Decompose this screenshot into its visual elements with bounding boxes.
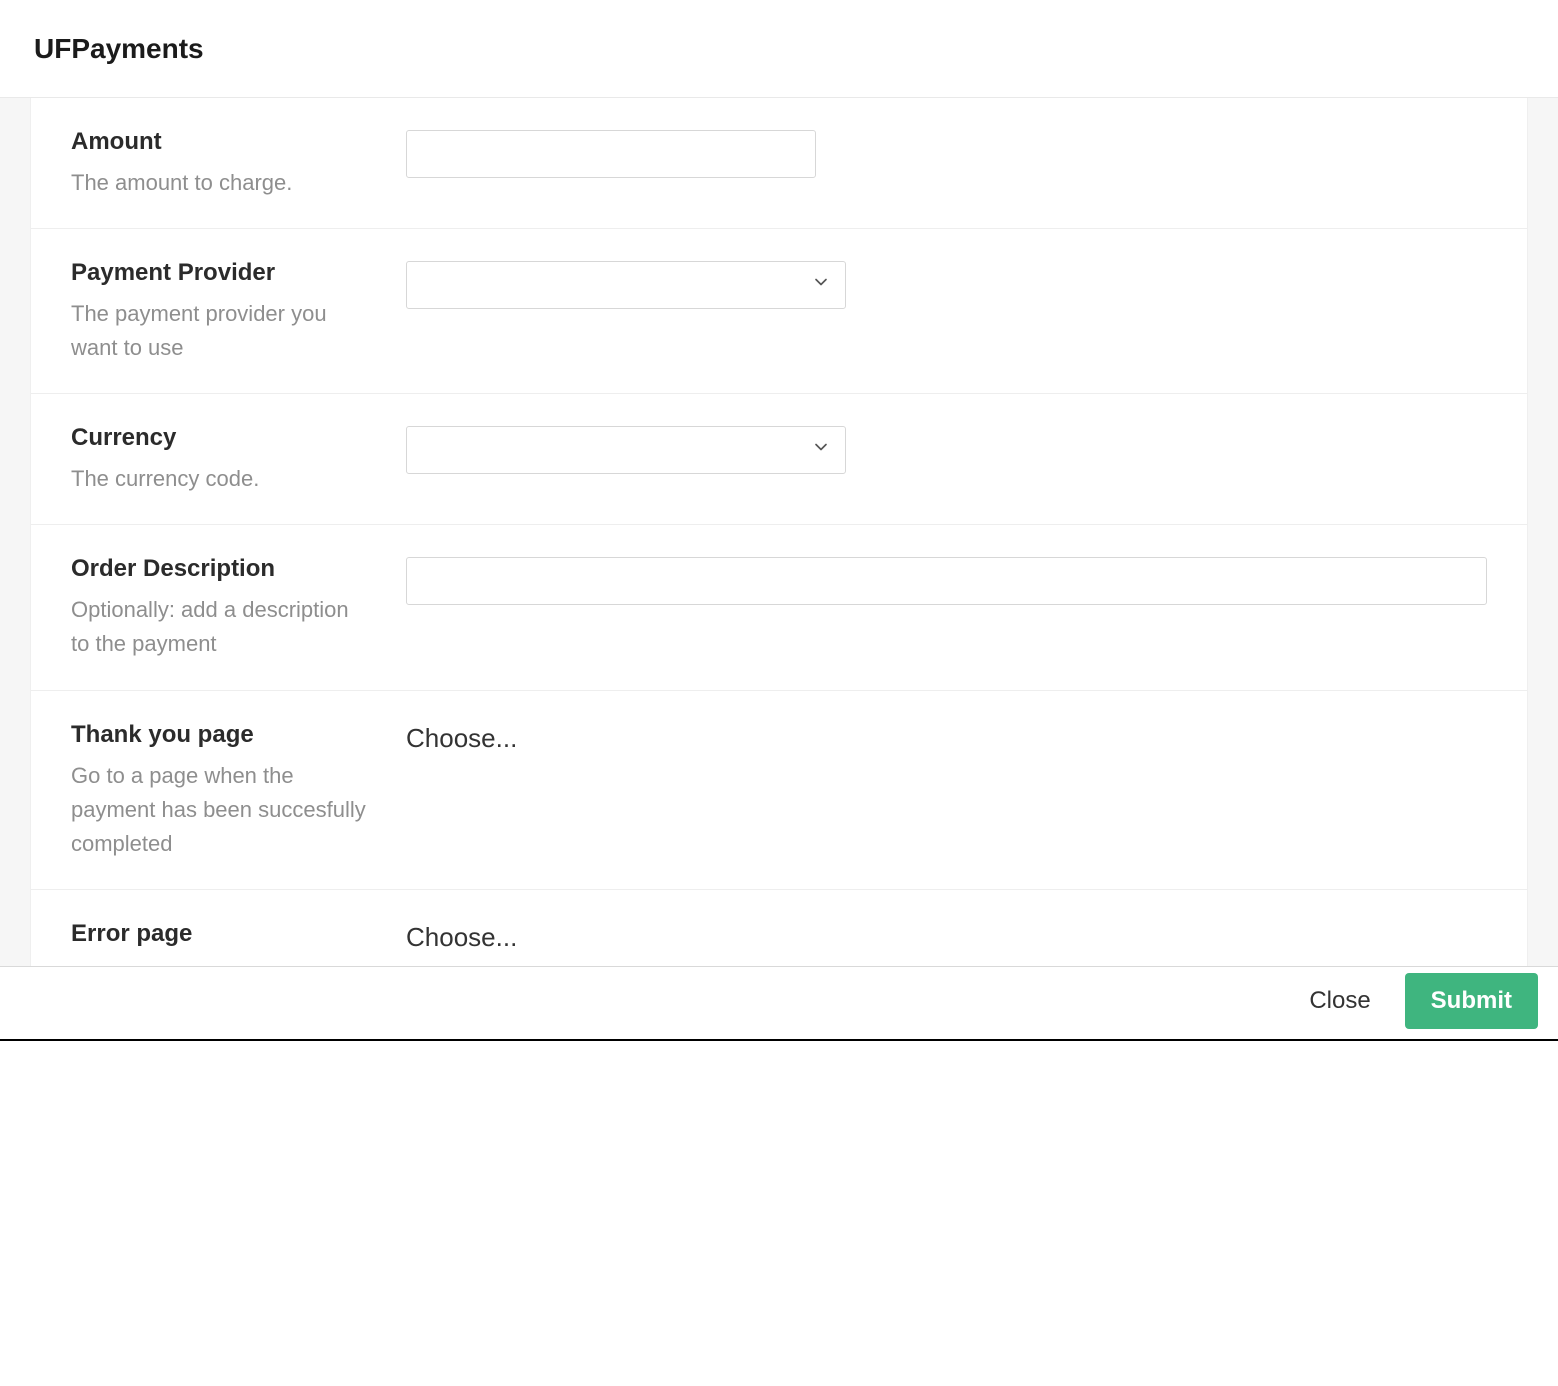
submit-button[interactable]: Submit [1405,973,1538,1029]
thankyou-label: Thank you page [71,721,370,749]
currency-desc: The currency code. [71,462,370,496]
order-description-desc: Optionally: add a description to the pay… [71,593,370,661]
label-col: Amount The amount to charge. [71,128,406,200]
chevron-down-icon [811,272,831,298]
provider-desc: The payment provider you want to use [71,297,370,365]
row-amount: Amount The amount to charge. [31,98,1527,229]
label-col: Order Description Optionally: add a desc… [71,555,406,661]
row-order-description: Order Description Optionally: add a desc… [31,525,1527,690]
amount-label: Amount [71,128,370,156]
currency-label: Currency [71,424,370,452]
close-button[interactable]: Close [1301,977,1378,1025]
row-payment-provider: Payment Provider The payment provider yo… [31,229,1527,394]
payment-provider-select[interactable] [406,261,846,309]
errorpage-label: Error page [71,920,370,948]
control-col [406,259,1487,309]
provider-label: Payment Provider [71,259,370,287]
order-description-label: Order Description [71,555,370,583]
control-col: Choose... [406,920,1487,953]
chevron-down-icon [811,437,831,463]
control-col [406,555,1487,605]
amount-input[interactable] [406,130,816,178]
control-col [406,128,1487,178]
label-col: Error page Go to a page when the payment… [71,920,406,967]
form-panel: Amount The amount to charge. Payment Pro… [30,98,1528,967]
row-currency: Currency The currency code. [31,394,1527,525]
dialog-body-outer: Amount The amount to charge. Payment Pro… [0,98,1558,967]
dialog-header: UFPayments [0,0,1558,98]
dialog-title: UFPayments [34,33,204,65]
row-thankyou-page: Thank you page Go to a page when the pay… [31,691,1527,890]
errorpage-desc: Go to a page when the payment has not be… [71,958,370,967]
label-col: Thank you page Go to a page when the pay… [71,721,406,861]
thankyou-page-picker[interactable]: Choose... [406,721,517,753]
label-col: Currency The currency code. [71,424,406,496]
error-page-picker[interactable]: Choose... [406,920,517,952]
dialog-footer: Close Submit [0,967,1558,1041]
thankyou-desc: Go to a page when the payment has been s… [71,759,370,861]
control-col [406,424,1487,474]
control-col: Choose... [406,721,1487,754]
order-description-input[interactable] [406,557,1487,605]
row-error-page: Error page Go to a page when the payment… [31,890,1527,967]
label-col: Payment Provider The payment provider yo… [71,259,406,365]
currency-select[interactable] [406,426,846,474]
amount-desc: The amount to charge. [71,166,370,200]
